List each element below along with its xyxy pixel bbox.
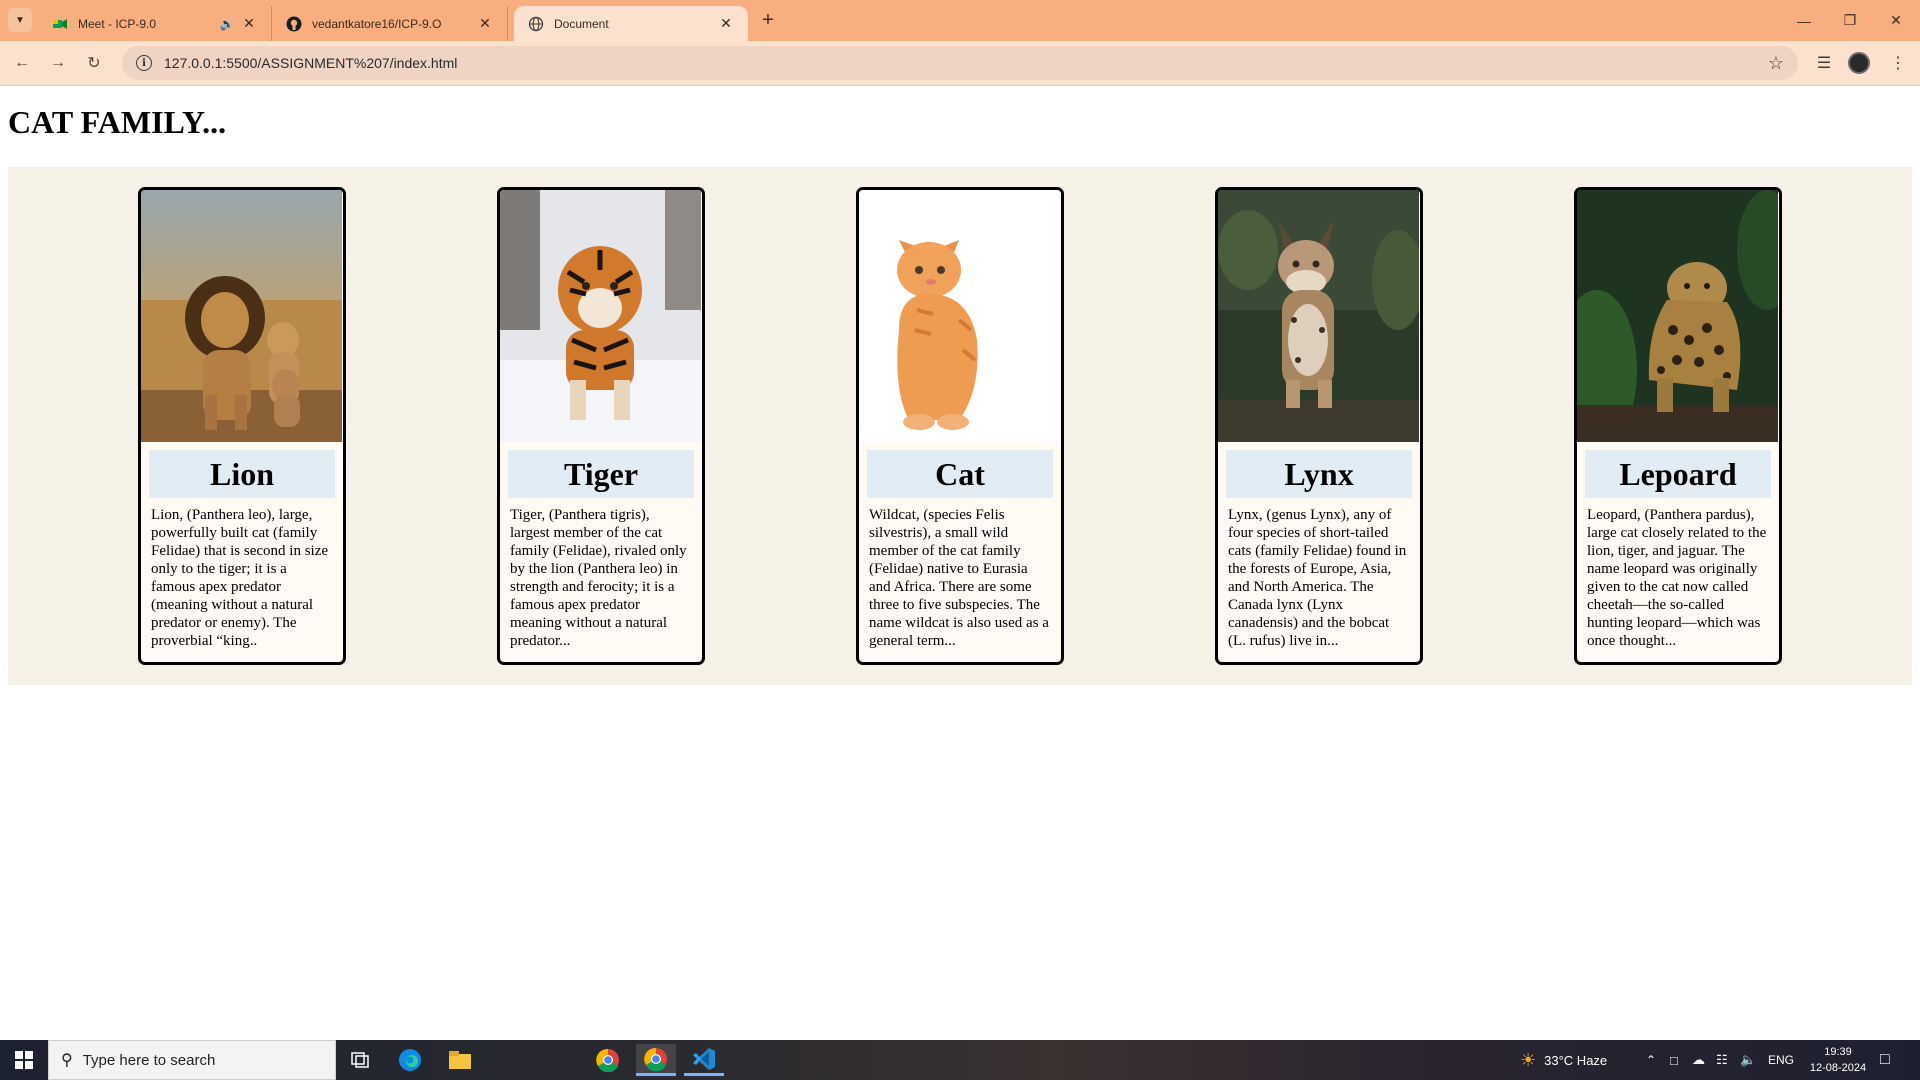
weather-text: 33°C Haze (1544, 1052, 1608, 1068)
github-icon (286, 16, 302, 31)
card-name: Lion (149, 450, 335, 498)
media-control-icon[interactable]: ☰ (1810, 49, 1838, 77)
page-title: CAT FAMILY... (8, 104, 227, 140)
leopard-photo-illustration (1577, 190, 1779, 442)
windows-taskbar: ⚲ Type here to search ☀ 33°C Haze ⌃ □ ☁ … (0, 1040, 1920, 1080)
card-description: Wildcat, (species Felis silvestris), a s… (869, 507, 1049, 649)
browser-toolbar: ← → ↻ i 127.0.0.1:5500/ASSIGNMENT%207/in… (0, 41, 1920, 86)
site-info-icon[interactable]: i (136, 55, 152, 71)
tab-title: Document (554, 16, 609, 31)
profile-avatar[interactable] (1848, 52, 1870, 74)
volume-icon[interactable]: 🔈 (1740, 1040, 1756, 1080)
tab-title: vedantkatore16/ICP-9.O (312, 16, 442, 31)
tiger-photo-illustration (500, 190, 701, 442)
tab-document[interactable]: Document ✕ (514, 6, 748, 41)
system-clock[interactable]: 19:39 12-08-2024 (1808, 1044, 1868, 1076)
task-view-icon[interactable] (340, 1044, 380, 1076)
language-indicator[interactable]: ENG (1768, 1040, 1794, 1080)
minimize-icon: — (1797, 12, 1811, 29)
bookmark-star-icon[interactable]: ☆ (1768, 53, 1784, 74)
search-icon: ⚲ (61, 1052, 73, 1069)
vscode-icon[interactable] (684, 1044, 724, 1076)
card-leopard: Lepoard Leopard, (Panthera pardus), larg… (1574, 187, 1782, 665)
start-button[interactable] (0, 1040, 48, 1080)
chrome-active-icon[interactable] (636, 1044, 676, 1076)
card-tiger: Tiger Tiger, (Panthera tigris), largest … (497, 187, 705, 665)
search-placeholder: Type here to search (82, 1051, 216, 1069)
url-text: 127.0.0.1:5500/ASSIGNMENT%207/index.html (164, 55, 458, 71)
close-window-button[interactable]: ✕ (1873, 0, 1919, 41)
address-bar[interactable]: i 127.0.0.1:5500/ASSIGNMENT%207/index.ht… (122, 46, 1798, 80)
reload-icon: ↻ (87, 55, 101, 72)
close-tab-icon[interactable]: ✕ (477, 15, 493, 32)
card-description: Lion, (Panthera leo), large, powerfully … (151, 507, 329, 649)
card-description: Lynx, (genus Lynx), any of four species … (1228, 507, 1407, 649)
card-lion: Lion Lion, (Panthera leo), large, powerf… (138, 187, 346, 665)
google-meet-icon (53, 18, 67, 29)
lynx-photo-illustration (1218, 190, 1420, 442)
cat-image (859, 190, 1061, 442)
taskbar-search-box[interactable]: ⚲ Type here to search (48, 1040, 336, 1080)
card-description: Tiger, (Panthera tigris), largest member… (510, 507, 687, 649)
restore-icon: ❐ (1843, 12, 1857, 28)
card-description: Leopard, (Panthera pardus), large cat cl… (1587, 507, 1767, 649)
windows-logo-icon (15, 1051, 33, 1069)
tab-github[interactable]: vedantkatore16/ICP-9.O ✕ (272, 6, 508, 41)
weather-sun-icon: ☀ (1520, 1049, 1537, 1070)
card-name: Lynx (1226, 450, 1412, 498)
forward-button[interactable]: → (44, 49, 72, 77)
restore-button[interactable]: ❐ (1827, 0, 1873, 41)
tiger-image (500, 190, 702, 442)
new-tab-button[interactable]: + (756, 8, 780, 32)
speaker-icon[interactable]: 🔊 (219, 16, 235, 32)
edge-icon[interactable] (390, 1044, 430, 1076)
clock-time: 19:39 (1824, 1046, 1852, 1058)
browser-tab-strip: ▼ Meet - ICP-9.0 🔊 ✕ vedantkatore16/ICP-… (0, 0, 1920, 41)
kitten-photo-illustration (859, 190, 1060, 442)
file-explorer-icon[interactable] (440, 1044, 480, 1076)
tray-chevron-up-icon[interactable]: ⌃ (1646, 1040, 1656, 1080)
tray-device-icon[interactable]: □ (1670, 1040, 1678, 1080)
globe-icon (528, 16, 544, 31)
clock-date: 12-08-2024 (1809, 1062, 1867, 1074)
lion-photo-illustration (141, 190, 342, 442)
card-cat: Cat Wildcat, (species Felis silvestris),… (856, 187, 1064, 665)
leopard-image (1577, 190, 1779, 442)
tab-title: Meet - ICP-9.0 (78, 16, 157, 31)
weather-widget[interactable]: ☀ 33°C Haze (1520, 1040, 1607, 1080)
plus-icon: + (762, 8, 774, 31)
card-name: Lepoard (1585, 450, 1771, 498)
onedrive-icon[interactable]: ☁ (1692, 1040, 1705, 1080)
tab-search-button[interactable]: ▼ (8, 8, 32, 32)
chevron-down-icon: ▼ (15, 14, 25, 26)
notification-icon[interactable]: □ (1880, 1040, 1890, 1080)
reload-button[interactable]: ↻ (80, 49, 108, 77)
lynx-image (1218, 190, 1420, 442)
menu-kebab-icon[interactable]: ⋮ (1884, 49, 1912, 77)
network-icon[interactable]: ☷ (1716, 1040, 1728, 1080)
back-button[interactable]: ← (8, 49, 36, 77)
arrow-left-icon: ← (14, 54, 30, 71)
card-lynx: Lynx Lynx, (genus Lynx), any of four spe… (1215, 187, 1423, 665)
chrome-icon[interactable] (588, 1044, 628, 1076)
close-icon: ✕ (1890, 12, 1902, 28)
card-name: Cat (867, 450, 1053, 498)
close-tab-icon[interactable]: ✕ (241, 15, 257, 32)
tab-meet[interactable]: Meet - ICP-9.0 🔊 ✕ (38, 6, 272, 41)
minimize-button[interactable]: — (1781, 0, 1827, 41)
close-tab-icon[interactable]: ✕ (718, 15, 734, 32)
lion-image (141, 190, 343, 442)
arrow-right-icon: → (50, 54, 66, 71)
card-name: Tiger (508, 450, 694, 498)
